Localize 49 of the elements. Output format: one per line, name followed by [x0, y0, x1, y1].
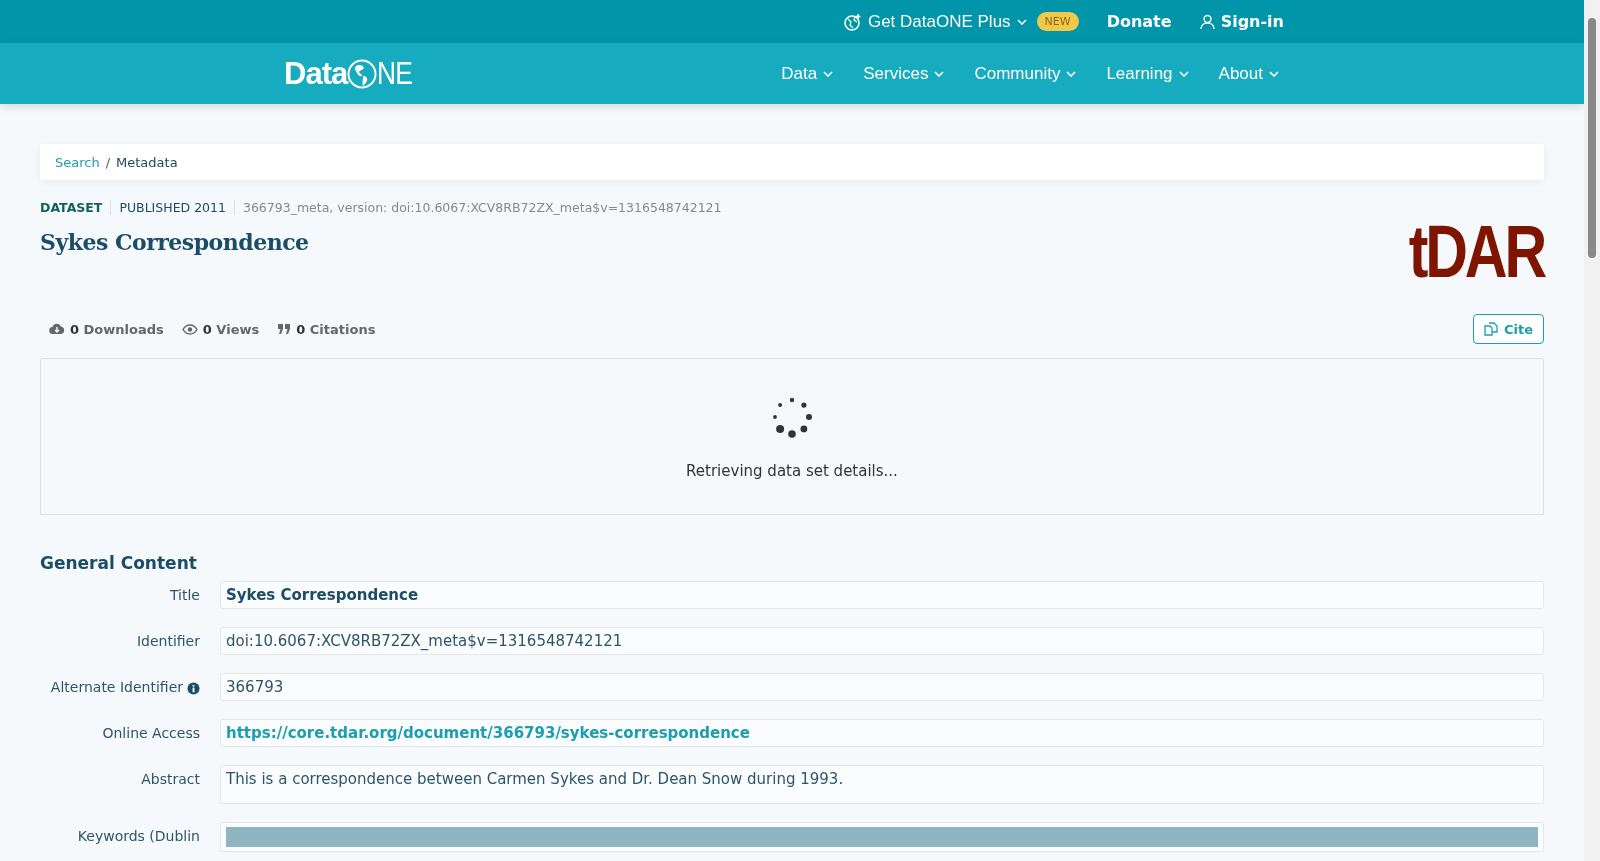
- dataone-logo[interactable]: Data NE: [284, 55, 413, 92]
- chevron-down-icon: [934, 70, 945, 77]
- breadcrumb-current: Metadata: [116, 154, 178, 170]
- eye-icon: [181, 323, 198, 335]
- globe-icon: [347, 58, 378, 89]
- chevron-down-icon: [1066, 70, 1077, 77]
- new-badge: NEW: [1036, 12, 1079, 31]
- get-plus-button[interactable]: Get DataONE Plus: [843, 11, 1027, 32]
- copy-icon: [1483, 322, 1498, 336]
- field-label: Abstract: [141, 771, 200, 787]
- field-value: 366793: [220, 673, 1544, 701]
- cite-button[interactable]: Cite: [1472, 314, 1544, 344]
- chevron-down-icon: [823, 70, 834, 77]
- nav-menu-item[interactable]: Services: [863, 63, 945, 84]
- sign-in-button[interactable]: Sign-in: [1199, 12, 1284, 31]
- field-value: doi:10.6067:XCV8RB72ZX_meta$v=1316548742121: [220, 627, 1544, 655]
- field-value: This is a correspondence between Carmen Sykes and Dr. Dean Snow during 1993.: [220, 765, 1544, 804]
- section-heading: General Content: [40, 553, 198, 573]
- dataset-type: DATASET: [40, 200, 103, 215]
- breadcrumb-separator: /: [105, 154, 111, 170]
- cloud-download-icon: [49, 323, 65, 335]
- field-label: Alternate Identifier: [50, 679, 183, 695]
- nav-menu-item[interactable]: Learning: [1106, 63, 1189, 84]
- views-count: 0 Views: [202, 321, 260, 337]
- field-label: Identifier: [136, 633, 200, 649]
- donate-button[interactable]: Donate: [1106, 12, 1172, 31]
- globe-plus-icon: [843, 12, 862, 31]
- field-label: Title: [170, 587, 200, 603]
- repository-logo: tDAR: [1408, 218, 1544, 286]
- dataset-title: Sykes Correspondence: [40, 229, 310, 255]
- downloads-count: 0 Downloads: [70, 321, 164, 337]
- chevron-down-icon: [1016, 18, 1027, 25]
- breadcrumb-link[interactable]: Search: [55, 154, 100, 170]
- loading-message: Retrieving data set details...: [686, 461, 898, 480]
- nav-menu-item[interactable]: Data: [781, 63, 834, 84]
- online-access-link[interactable]: https://core.tdar.org/document/366793/sykes-correspondence: [226, 724, 750, 742]
- version-identifier: 366793_meta, version: doi:10.6067:XCV8RB72ZX_meta$v=1316548742121: [233, 200, 722, 215]
- citations-count: 0 Citations: [296, 321, 376, 337]
- chevron-down-icon: [1269, 70, 1279, 77]
- field-value: Sykes Correspondence: [220, 581, 1544, 609]
- quote-icon: [277, 323, 292, 335]
- field-label: Online Access: [102, 725, 200, 741]
- nav-menu-item[interactable]: About: [1218, 63, 1279, 84]
- field-label: Keywords (Dublin: [77, 828, 200, 844]
- info-icon[interactable]: [187, 682, 200, 695]
- nav-menu-item[interactable]: Community: [974, 63, 1077, 84]
- published-year: PUBLISHED 2011: [110, 200, 226, 215]
- user-icon: [1199, 13, 1215, 30]
- chevron-down-icon: [1178, 70, 1189, 77]
